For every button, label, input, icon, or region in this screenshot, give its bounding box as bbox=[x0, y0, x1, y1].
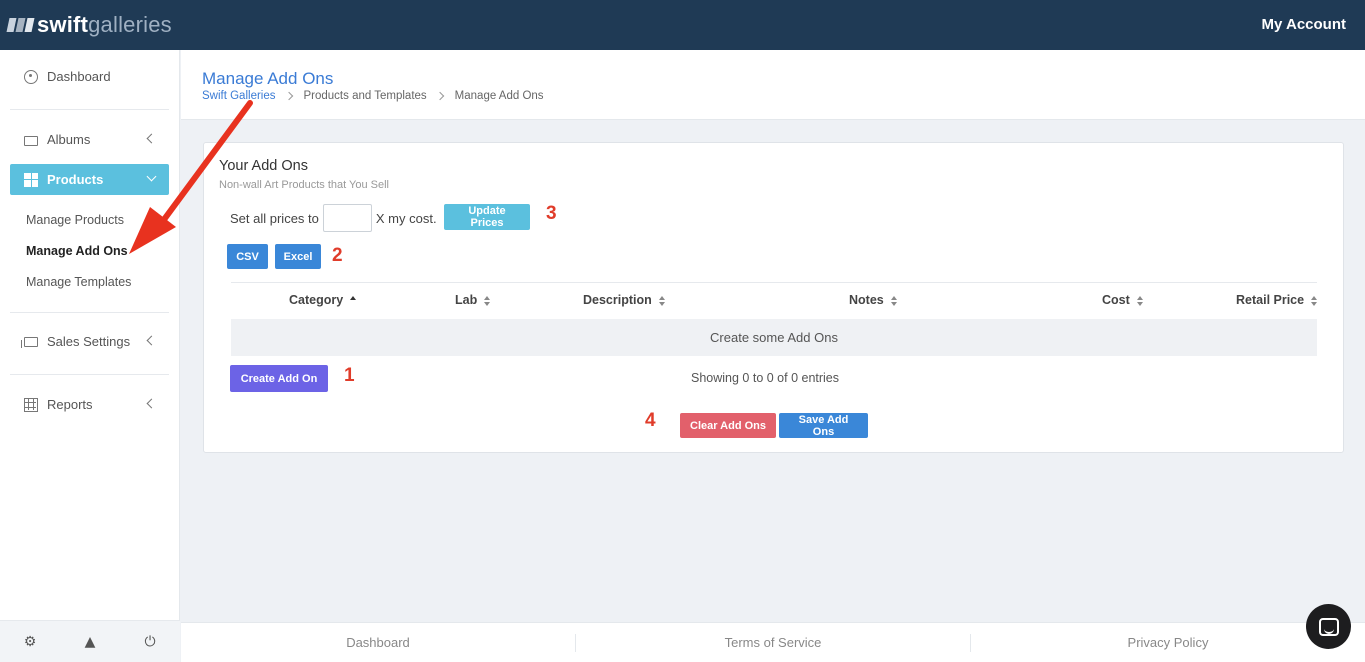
logo[interactable]: swiftgalleries bbox=[0, 0, 180, 50]
breadcrumb-home-link[interactable]: Swift Galleries bbox=[202, 90, 276, 102]
column-header-retail-price[interactable]: Retail Price bbox=[1236, 293, 1318, 307]
products-icon bbox=[24, 172, 38, 187]
annotation-number-4: 4 bbox=[645, 410, 656, 431]
chevron-left-icon bbox=[146, 133, 157, 144]
card-title: Your Add Ons bbox=[219, 158, 308, 174]
sidebar-subitem-manage-products[interactable]: Manage Products bbox=[26, 213, 124, 227]
clear-add-ons-button[interactable]: Clear Add Ons bbox=[680, 413, 776, 438]
chat-widget-button[interactable] bbox=[1306, 604, 1351, 649]
folder-icon bbox=[24, 135, 38, 146]
chevron-right-icon bbox=[435, 91, 444, 101]
sidebar-item-albums[interactable]: Albums bbox=[10, 124, 169, 155]
power-icon[interactable]: ⏻ bbox=[135, 634, 165, 650]
annotation-number-3: 3 bbox=[546, 203, 557, 224]
table-info-text: Showing 0 to 0 of 0 entries bbox=[691, 371, 840, 385]
create-add-on-button[interactable]: Create Add On bbox=[230, 365, 328, 392]
sidebar-item-dashboard[interactable]: Dashboard bbox=[10, 61, 169, 92]
chat-icon bbox=[1318, 617, 1339, 636]
price-suffix-label: X my cost. bbox=[375, 210, 437, 226]
footer-link-dashboard[interactable]: Dashboard bbox=[181, 633, 576, 652]
column-header-cost[interactable]: Cost bbox=[1102, 293, 1144, 307]
footer: Dashboard Terms of Service Privacy Polic… bbox=[181, 622, 1365, 662]
page-header: Manage Add Ons Swift Galleries Products … bbox=[181, 50, 1365, 120]
add-ons-card: Your Add Ons Non-wall Art Products that … bbox=[203, 142, 1344, 453]
sort-icon bbox=[483, 295, 491, 306]
sort-icon bbox=[890, 295, 898, 306]
sidebar-divider bbox=[10, 312, 169, 313]
card-subtitle: Non-wall Art Products that You Sell bbox=[219, 179, 389, 191]
page-title: Manage Add Ons bbox=[202, 69, 334, 88]
chevron-left-icon bbox=[146, 398, 157, 409]
gear-icon[interactable]: ⚙ bbox=[15, 634, 45, 650]
breadcrumb-current: Manage Add Ons bbox=[454, 90, 544, 102]
annotation-number-1: 1 bbox=[344, 365, 355, 386]
sidebar-item-reports[interactable]: Reports bbox=[10, 389, 169, 420]
sort-icon bbox=[658, 295, 666, 306]
sidebar-item-label: Products bbox=[47, 172, 104, 187]
annotation-number-2: 2 bbox=[332, 245, 343, 266]
chevron-right-icon bbox=[284, 91, 293, 101]
sidebar-item-label: Dashboard bbox=[47, 69, 111, 84]
breadcrumb-products-link[interactable]: Products and Templates bbox=[304, 90, 427, 102]
csv-export-button[interactable]: CSV bbox=[227, 244, 268, 269]
sidebar-item-products[interactable]: Products bbox=[10, 164, 169, 195]
chevron-down-icon bbox=[146, 171, 157, 182]
top-bar: swiftgalleries My Account bbox=[0, 0, 1365, 50]
sidebar-subitem-manage-templates[interactable]: Manage Templates bbox=[26, 275, 131, 289]
sort-icon bbox=[1310, 295, 1318, 306]
sidebar-item-label: Reports bbox=[47, 397, 93, 412]
table-header: Category Lab Description Notes Cost Reta… bbox=[231, 282, 1318, 319]
add-ons-table: Category Lab Description Notes Cost Reta… bbox=[231, 282, 1318, 356]
sales-settings-icon bbox=[21, 336, 38, 348]
excel-export-button[interactable]: Excel bbox=[275, 244, 321, 269]
my-account-link[interactable]: My Account bbox=[1262, 16, 1346, 33]
sort-asc-icon bbox=[349, 295, 357, 306]
save-add-ons-button[interactable]: Save Add Ons bbox=[779, 413, 868, 438]
sidebar-subitem-manage-add-ons[interactable]: Manage Add Ons bbox=[26, 244, 128, 258]
column-header-category[interactable]: Category bbox=[289, 293, 357, 307]
price-multiplier-input[interactable] bbox=[322, 204, 372, 232]
sidebar-bottom-bar: ⚙ ▲ ⏻ bbox=[0, 620, 180, 662]
sidebar-divider bbox=[10, 109, 169, 110]
sidebar-divider bbox=[10, 374, 169, 375]
footer-link-privacy[interactable]: Privacy Policy bbox=[971, 634, 1365, 652]
graduation-cap-icon[interactable]: ▲ bbox=[75, 634, 105, 650]
sidebar: Dashboard Albums Products Manage Product… bbox=[0, 50, 180, 662]
reports-icon bbox=[24, 397, 38, 412]
column-header-description[interactable]: Description bbox=[583, 293, 666, 307]
price-prefix-label: Set all prices to bbox=[230, 210, 319, 226]
sort-icon bbox=[1136, 295, 1144, 306]
sidebar-item-sales-settings[interactable]: Sales Settings bbox=[10, 326, 169, 357]
sidebar-item-label: Sales Settings bbox=[47, 334, 131, 349]
update-prices-button[interactable]: Update Prices bbox=[444, 204, 530, 230]
column-header-lab[interactable]: Lab bbox=[455, 293, 491, 307]
breadcrumb: Swift Galleries Products and Templates M… bbox=[202, 90, 544, 102]
chevron-left-icon bbox=[146, 335, 157, 346]
column-header-notes[interactable]: Notes bbox=[849, 293, 898, 307]
logo-text-bold: swift bbox=[37, 12, 89, 37]
dashboard-icon bbox=[24, 69, 38, 84]
table-empty-row: Create some Add Ons bbox=[231, 319, 1317, 356]
sidebar-item-label: Albums bbox=[47, 132, 91, 147]
price-multiplier-row: Set all prices to X my cost. bbox=[230, 204, 437, 232]
logo-mark-icon bbox=[6, 18, 35, 32]
logo-text-light: galleries bbox=[88, 12, 172, 37]
footer-link-terms[interactable]: Terms of Service bbox=[576, 633, 971, 652]
